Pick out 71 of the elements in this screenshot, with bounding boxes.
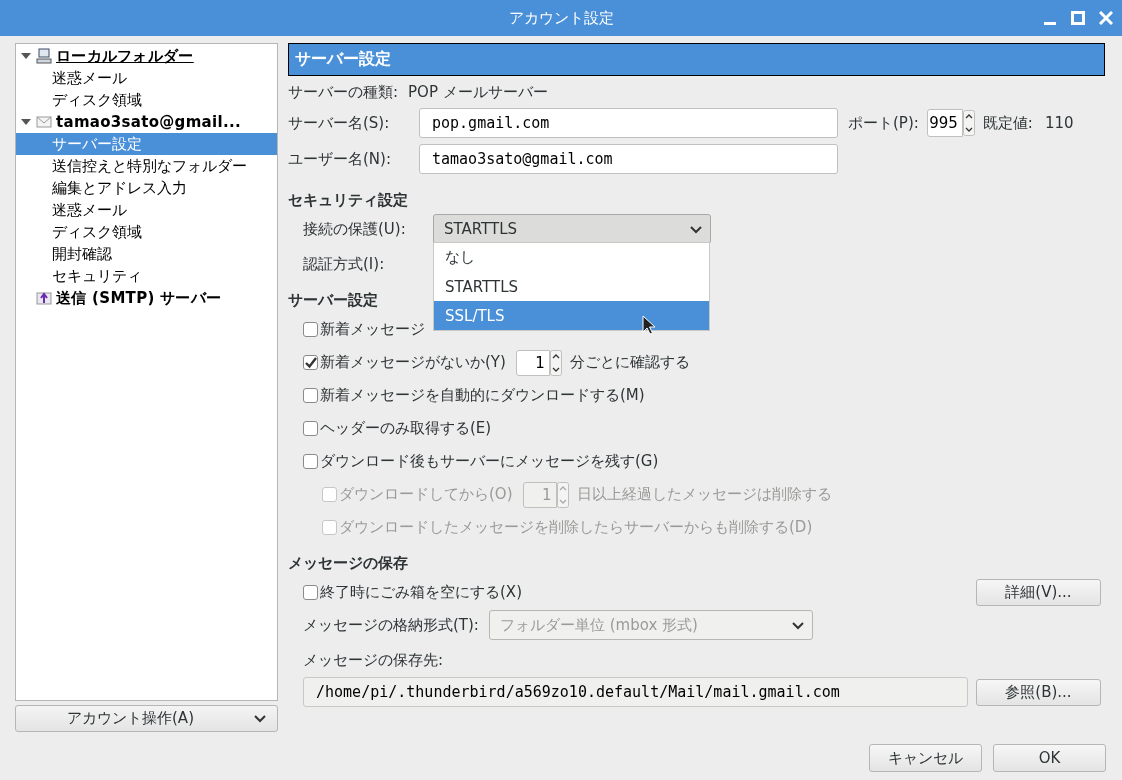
maximize-button[interactable] <box>1068 8 1088 28</box>
tree-item[interactable]: ディスク領域 <box>16 221 277 243</box>
account-name[interactable]: 送信 (SMTP) サーバー <box>56 288 222 308</box>
interval-unit-label: 日以上経過したメッセージは削除する <box>576 485 832 504</box>
panel-title: サーバー設定 <box>288 43 1105 76</box>
checkbox-label: 新着メッセージがないか(Y) <box>320 353 506 372</box>
chevron-down-icon <box>791 620 804 630</box>
tree-item[interactable]: 迷惑メール <box>16 67 277 89</box>
section-heading: メッセージの保存 <box>288 552 409 574</box>
connection-security-dropdown[interactable]: STARTTLS <box>433 214 711 244</box>
field-label: サーバーの種類: <box>288 82 399 102</box>
tree-item[interactable]: ディスク領域 <box>16 89 277 111</box>
tree-item[interactable]: セキュリティ <box>16 265 277 287</box>
checkbox[interactable] <box>303 388 318 403</box>
field-label: メッセージの保存先: <box>303 650 444 670</box>
section-heading: セキュリティ設定 <box>288 190 409 211</box>
default-port-value: 110 <box>1044 114 1074 132</box>
checkbox-label: 新着メッセージ <box>320 320 425 339</box>
dialog-button[interactable]: キャンセル <box>869 744 982 772</box>
tree-item[interactable]: 送信控えと特別なフォルダー <box>16 155 277 177</box>
checkbox-label: 新着メッセージを自動的にダウンロードする(M) <box>320 386 645 405</box>
outbox-icon <box>36 290 52 306</box>
checkbox-label: ダウンロードしてから(O) <box>339 485 513 504</box>
checkbox-label: ヘッダーのみ取得する(E) <box>320 419 492 438</box>
tree-item[interactable]: 編集とアドレス入力 <box>16 177 277 199</box>
checkbox-label: ダウンロードしたメッセージを削除したらサーバーからも削除する(D) <box>339 518 813 537</box>
dropdown-option[interactable]: なし <box>434 243 709 272</box>
close-icon <box>1099 11 1113 25</box>
dialog-button[interactable]: OK <box>993 744 1106 772</box>
envelope-icon <box>36 114 52 130</box>
tree-item[interactable]: 開封確認 <box>16 243 277 265</box>
interval-field[interactable]: 1 <box>515 349 550 376</box>
user-name-field[interactable]: tamao3sato@gmail.com <box>419 144 838 174</box>
checkbox[interactable] <box>303 322 318 337</box>
field-label: ユーザー名(N): <box>288 149 392 169</box>
chevron-down-icon <box>690 224 702 234</box>
spinner-arrows-icon <box>962 110 975 136</box>
spinner-arrows-icon <box>556 481 569 508</box>
chevron-down-icon <box>254 714 266 723</box>
computer-icon <box>36 48 52 64</box>
field-label: 接続の保護(U): <box>303 219 407 239</box>
window-title: アカウント設定 <box>508 8 614 28</box>
field-label: 認証方式(I): <box>303 254 385 274</box>
field-label: ポート(P): <box>848 113 919 133</box>
checkbox[interactable] <box>303 454 318 469</box>
port-field[interactable]: 995 <box>926 109 963 137</box>
account-name[interactable]: tamao3sato@gmail... <box>56 113 241 131</box>
account-actions-button[interactable]: アカウント操作(A) <box>15 705 278 732</box>
server-name-field[interactable]: pop.gmail.com <box>419 108 838 138</box>
checkbox[interactable] <box>303 355 318 370</box>
interval-unit-label: 分ごとに確認する <box>569 353 690 372</box>
storage-location-field[interactable]: /home/pi/.thunderbird/a569zo10.default/Mail/mail.gmail.com <box>303 677 968 707</box>
advanced-button[interactable]: 詳細(V)... <box>976 578 1101 606</box>
checkmark-icon <box>304 356 317 369</box>
maximize-icon <box>1071 11 1085 25</box>
account-name[interactable]: ローカルフォルダー <box>56 46 194 66</box>
browse-button[interactable]: 参照(B)... <box>976 678 1101 706</box>
checkbox[interactable] <box>303 584 318 600</box>
spinner-arrows-icon <box>549 349 562 376</box>
field-label: メッセージの格納形式(T): <box>303 615 479 635</box>
checkbox[interactable] <box>303 421 318 436</box>
section-heading: サーバー設定 <box>288 289 379 311</box>
tree-item[interactable]: 迷惑メール <box>16 199 277 221</box>
field-label: サーバー名(S): <box>288 113 391 133</box>
checkbox-label: 終了時にごみ箱を空にする(X) <box>320 582 522 602</box>
field-label: 既定値: <box>982 113 1033 133</box>
server-type-value: POP メールサーバー <box>408 82 548 102</box>
close-button[interactable] <box>1096 8 1116 28</box>
minimize-icon <box>1044 22 1056 25</box>
dropdown-option[interactable]: STARTTLS <box>434 272 709 301</box>
checkbox-label: ダウンロード後もサーバーにメッセージを残す(G) <box>320 452 659 471</box>
